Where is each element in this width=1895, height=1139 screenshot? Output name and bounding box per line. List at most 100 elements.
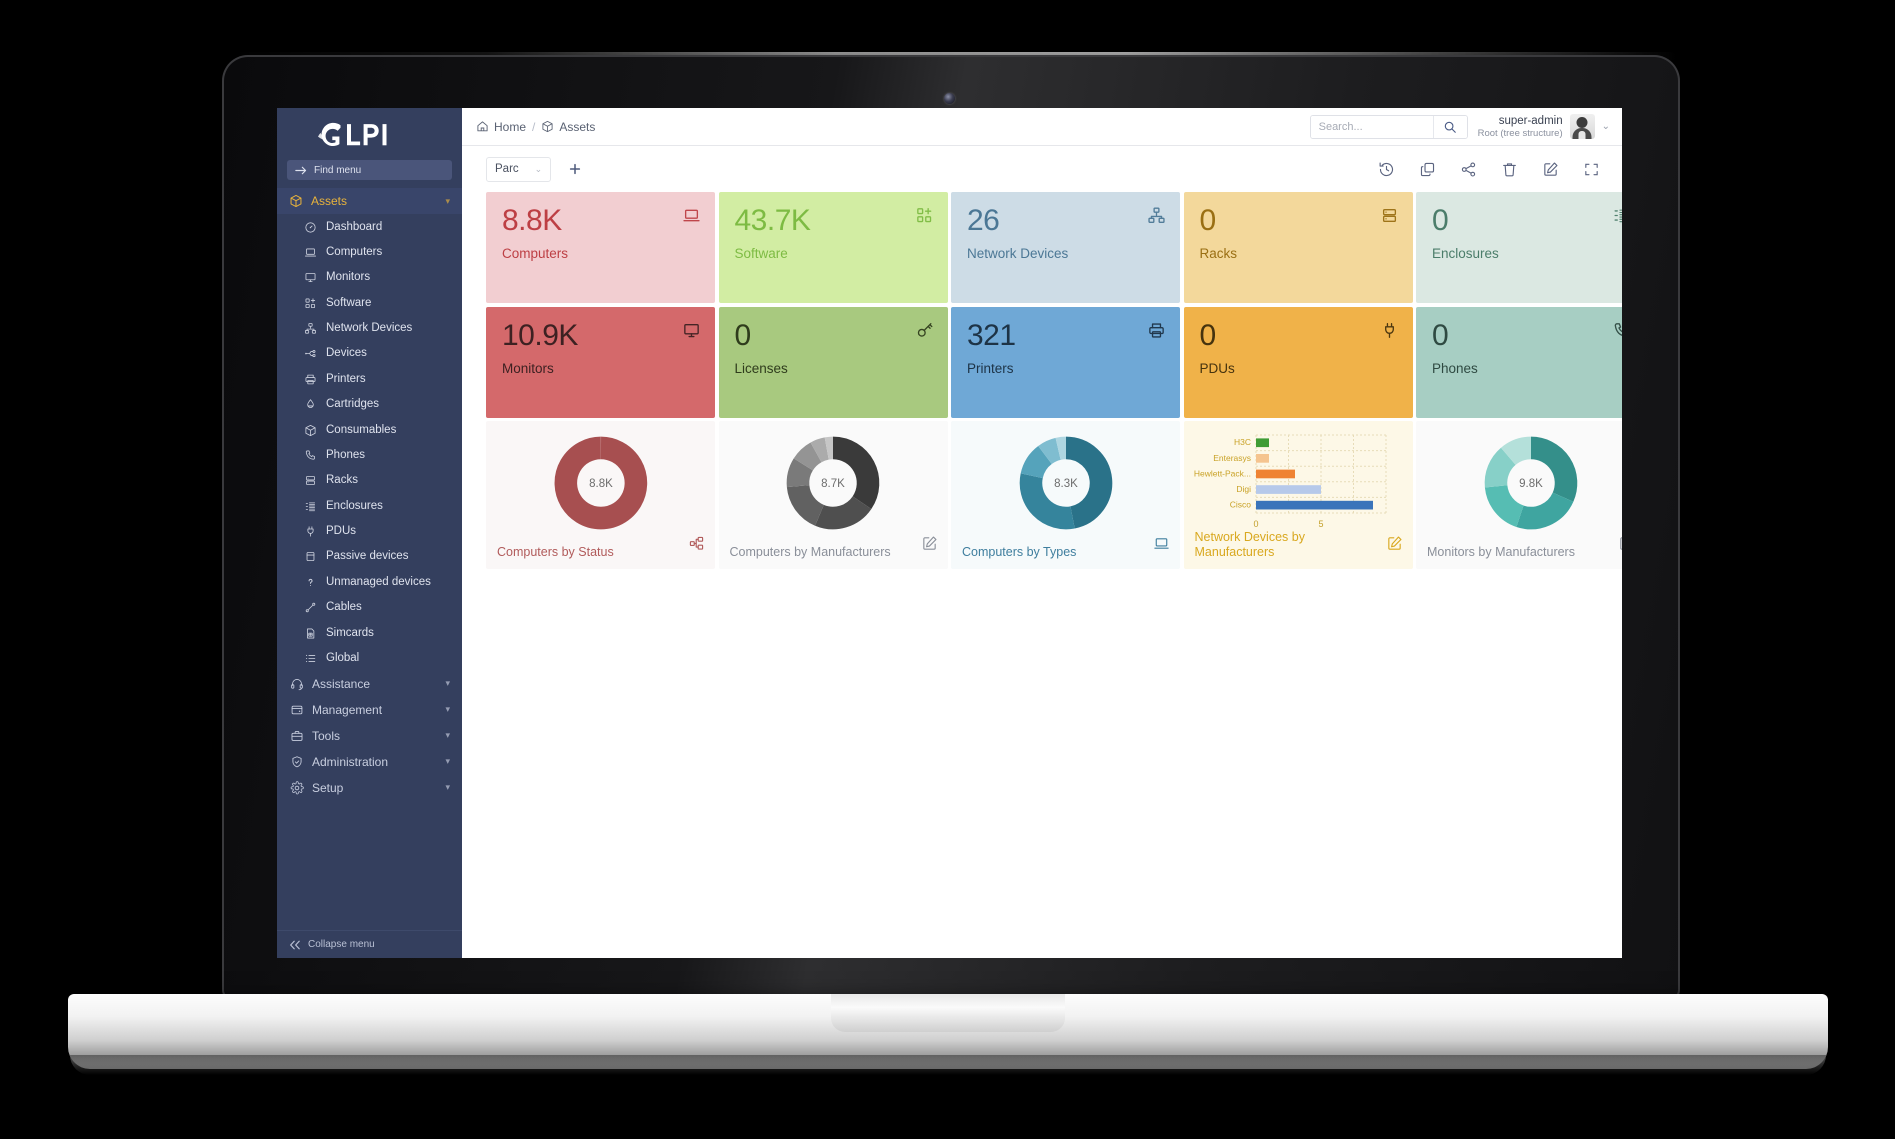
kpi-card-racks[interactable]: 0 Racks bbox=[1183, 192, 1413, 303]
sidebar-assets-items: Dashboard Computers Monitors Software Networ… bbox=[277, 214, 462, 671]
collapse-menu-label: Collapse menu bbox=[308, 939, 375, 950]
edit-icon[interactable] bbox=[1541, 160, 1559, 178]
sidebar-item-label: Devices bbox=[326, 347, 367, 360]
edit-icon[interactable] bbox=[921, 535, 938, 557]
chevron-down-icon: ▾ bbox=[445, 704, 450, 715]
kpi-value: 8.8K bbox=[502, 204, 562, 237]
kpi-card-network-devices[interactable]: 26 Network Devices bbox=[951, 192, 1180, 303]
sidebar-item-network-devices[interactable]: Network Devices bbox=[277, 316, 462, 341]
svg-text:8.8K: 8.8K bbox=[589, 478, 613, 490]
donut-chart: 8.3K bbox=[951, 431, 1180, 535]
widget-computers-by-manufacturers[interactable]: 8.7K Computers by Manufacturers bbox=[718, 421, 948, 569]
trash-icon[interactable] bbox=[1500, 160, 1518, 178]
avatar-collar bbox=[1578, 131, 1586, 139]
add-dashboard-button[interactable] bbox=[565, 159, 585, 179]
user-menu[interactable]: super-admin Root (tree structure) ⌄ bbox=[1478, 114, 1610, 140]
breadcrumb-assets[interactable]: Assets bbox=[541, 120, 595, 134]
kpi-value: 0 bbox=[1199, 204, 1217, 237]
user-entity: Root (tree structure) bbox=[1477, 127, 1563, 139]
sidebar-item-consumables[interactable]: Consumables bbox=[277, 417, 462, 442]
sidebar-item-dashboard[interactable]: Dashboard bbox=[277, 214, 462, 239]
sidebar-item-global[interactable]: Global bbox=[277, 645, 462, 670]
webcam-icon bbox=[944, 93, 955, 104]
sidebar-item-unmanaged-devices[interactable]: Unmanaged devices bbox=[277, 569, 462, 594]
sidebar-item-cartridges[interactable]: Cartridges bbox=[277, 392, 462, 417]
edit-icon[interactable] bbox=[1618, 535, 1622, 557]
widget-computers-by-types[interactable]: 8.3K Computers by Types bbox=[951, 421, 1180, 569]
hierarchy-icon[interactable] bbox=[688, 535, 705, 557]
sidebar-item-racks[interactable]: Racks bbox=[277, 468, 462, 493]
sidebar-item-label: Global bbox=[326, 651, 360, 664]
kpi-card-monitors[interactable]: 10.9K Monitors bbox=[486, 306, 715, 418]
screen: Find menu Assets ▾ Dashboard Computers Mon… bbox=[277, 108, 1622, 958]
widget-monitors-by-manufacturers[interactable]: 9.8K Monitors by Manufacturers bbox=[1416, 421, 1622, 569]
sidebar-item-enclosures[interactable]: Enclosures bbox=[277, 493, 462, 518]
kpi-card-software[interactable]: 43.7K Software bbox=[718, 192, 948, 303]
history-icon[interactable] bbox=[1377, 160, 1395, 178]
kpi-label: Monitors bbox=[502, 360, 554, 376]
breadcrumb-home[interactable]: Home bbox=[476, 120, 526, 134]
sidebar-item-phones[interactable]: Phones bbox=[277, 442, 462, 467]
sidebar-item-software[interactable]: Software bbox=[277, 290, 462, 315]
chevron-down-icon[interactable]: ⌄ bbox=[1602, 121, 1610, 132]
widget-grid: 8.8K Computers 43.7K Software 26 Network Devi… bbox=[486, 192, 1622, 652]
cable-icon bbox=[303, 600, 317, 614]
sidebar-item-simcards[interactable]: Simcards bbox=[277, 620, 462, 645]
sidebar-group-assets[interactable]: Assets ▾ bbox=[277, 188, 462, 214]
svg-text:H3C: H3C bbox=[1233, 437, 1250, 447]
glpi-logo[interactable] bbox=[277, 108, 462, 154]
fullscreen-icon[interactable] bbox=[1582, 160, 1600, 178]
edit-icon[interactable] bbox=[1386, 535, 1403, 557]
widget-computers-by-status[interactable]: 8.8K Computers by Status bbox=[486, 421, 715, 569]
kpi-value: 43.7K bbox=[734, 204, 811, 237]
sidebar-item-passive-devices[interactable]: Passive devices bbox=[277, 544, 462, 569]
avatar[interactable] bbox=[1569, 114, 1595, 139]
chevron-down-icon: ▾ bbox=[445, 195, 450, 206]
chevrons-left-icon bbox=[290, 940, 300, 949]
widget-network-devices-by-manufacturers[interactable]: H3C Enterasys Hewlett-Pack... Digi Cisco 0 5 Ne… bbox=[1183, 421, 1413, 569]
search-button[interactable] bbox=[1432, 115, 1467, 138]
sidebar-group-setup[interactable]: Setup ▾ bbox=[277, 775, 462, 801]
sidebar-group-assistance[interactable]: Assistance ▾ bbox=[277, 671, 462, 697]
sidebar-item-cables[interactable]: Cables bbox=[277, 595, 462, 620]
sidebar-item-label: Cartridges bbox=[326, 398, 380, 411]
sidebar-item-printers[interactable]: Printers bbox=[277, 366, 462, 391]
clone-icon[interactable] bbox=[1418, 160, 1436, 178]
kpi-card-pdus[interactable]: 0 PDUs bbox=[1183, 306, 1413, 418]
laptop-icon[interactable] bbox=[1153, 535, 1170, 557]
arrow-right-icon bbox=[295, 166, 307, 174]
sidebar-item-label: PDUs bbox=[326, 525, 357, 537]
search-box[interactable] bbox=[1309, 114, 1468, 139]
kpi-card-computers[interactable]: 8.8K Computers bbox=[486, 192, 715, 303]
dashboard-select[interactable]: Parc ⌄ bbox=[486, 156, 552, 182]
sidebar-group-tools[interactable]: Tools ▾ bbox=[277, 723, 462, 749]
sidebar-other-groups: Assistance ▾ Management ▾ Tools ▾ Administrati… bbox=[277, 671, 462, 801]
sidebar-group-management[interactable]: Management ▾ bbox=[277, 697, 462, 723]
share-icon[interactable] bbox=[1459, 160, 1477, 178]
svg-text:8.7K: 8.7K bbox=[821, 478, 845, 490]
collapse-menu-button[interactable]: Collapse menu bbox=[277, 930, 462, 958]
kpi-label: Network Devices bbox=[967, 246, 1069, 261]
kpi-value: 0 bbox=[1432, 204, 1449, 237]
key-icon bbox=[915, 321, 934, 345]
sidebar-item-devices[interactable]: Devices bbox=[277, 341, 462, 366]
sidebar-item-computers[interactable]: Computers bbox=[277, 239, 462, 264]
glpi-app: Find menu Assets ▾ Dashboard Computers Mon… bbox=[277, 108, 1622, 958]
monitor-icon bbox=[682, 321, 701, 345]
kpi-card-printers[interactable]: 321 Printers bbox=[951, 306, 1180, 418]
sidebar-item-pdus[interactable]: PDUs bbox=[277, 519, 462, 544]
network-icon bbox=[1147, 206, 1166, 230]
sidebar-group-administration[interactable]: Administration ▾ bbox=[277, 749, 462, 775]
kpi-card-enclosures[interactable]: 0 Enclosures bbox=[1416, 192, 1622, 303]
rack-icon bbox=[1380, 206, 1399, 230]
kpi-card-licenses[interactable]: 0 Licenses bbox=[718, 306, 948, 418]
search-input[interactable] bbox=[1310, 115, 1433, 138]
software-icon bbox=[915, 206, 934, 230]
find-menu-button[interactable]: Find menu bbox=[287, 160, 452, 180]
widget-title: Network Devices by Manufacturers bbox=[1194, 530, 1305, 559]
sidebar-item-monitors[interactable]: Monitors bbox=[277, 265, 462, 290]
kpi-label: Phones bbox=[1432, 360, 1478, 376]
wallet-icon bbox=[289, 703, 304, 717]
avatar-head bbox=[1576, 117, 1588, 128]
kpi-card-phones[interactable]: 0 Phones bbox=[1416, 306, 1622, 418]
